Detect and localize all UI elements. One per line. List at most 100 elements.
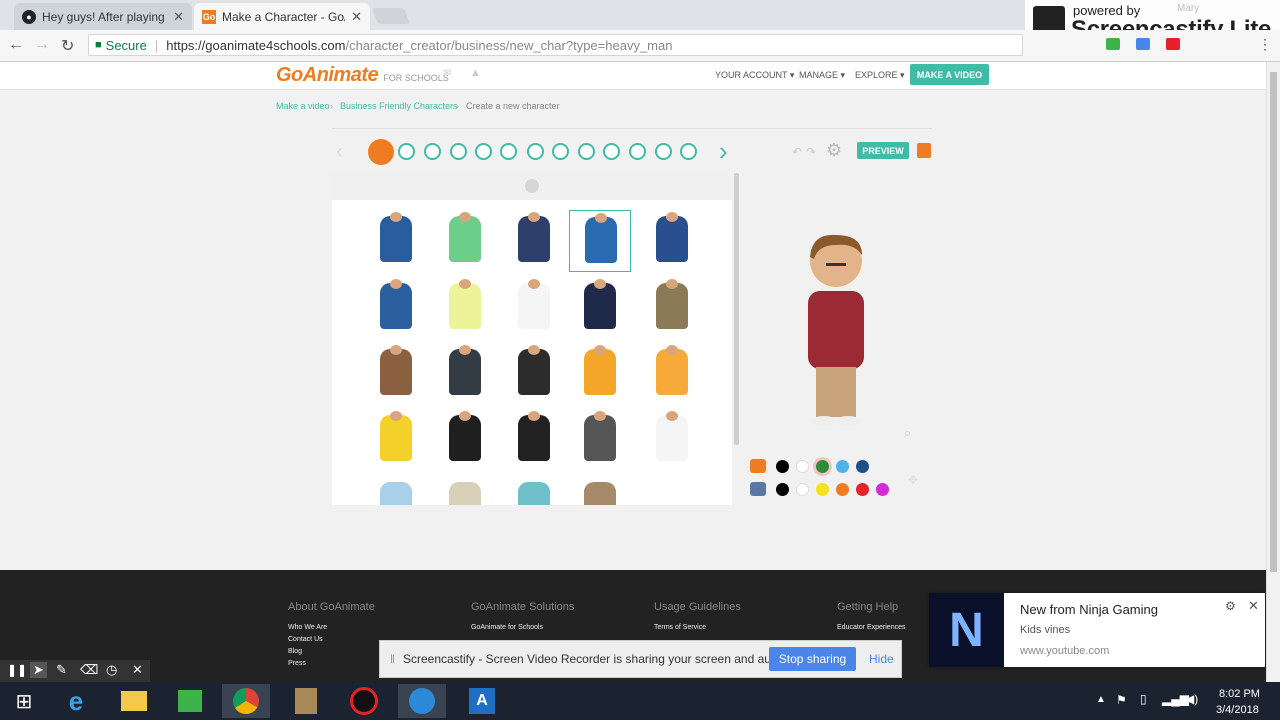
- pause-icon[interactable]: ❚❚: [7, 663, 27, 677]
- taskbar-app-globe[interactable]: [398, 684, 446, 718]
- color-swatch[interactable]: [836, 483, 849, 496]
- new-tab-button[interactable]: [372, 8, 410, 24]
- nav-explore[interactable]: EXPLORE ▾: [855, 70, 905, 81]
- menu-icon[interactable]: ⋮: [1258, 36, 1272, 53]
- taskbar-recorder[interactable]: [340, 684, 388, 718]
- make-a-video-button[interactable]: MAKE A VIDEO: [910, 64, 989, 85]
- flag-icon[interactable]: ⚑: [1116, 693, 1127, 707]
- eraser-icon[interactable]: ⌫: [80, 662, 98, 678]
- footer-link[interactable]: Blog: [288, 648, 302, 655]
- shirt-item[interactable]: [365, 210, 427, 272]
- ear-category-icon[interactable]: [527, 143, 544, 160]
- preview-button[interactable]: PREVIEW: [857, 142, 909, 159]
- hide-button[interactable]: Hide: [869, 652, 894, 666]
- close-tab-icon[interactable]: ✕: [351, 9, 362, 25]
- shirt-item[interactable]: [365, 277, 427, 339]
- close-icon[interactable]: ✕: [132, 662, 143, 678]
- footer-link[interactable]: Contact Us: [288, 636, 323, 643]
- page-scrollbar[interactable]: [1266, 62, 1280, 682]
- footer-link[interactable]: Educator Experiences: [837, 624, 905, 631]
- battery-icon[interactable]: ▯: [1140, 692, 1147, 706]
- taskbar-explorer[interactable]: [110, 684, 158, 718]
- taskbar-app[interactable]: [282, 684, 330, 718]
- browser-tab-goanimate[interactable]: Go Make a Character - GoAr ✕: [194, 3, 370, 30]
- color-swatch[interactable]: [776, 483, 789, 496]
- undo-icon[interactable]: ↶: [792, 145, 802, 159]
- shirt-item[interactable]: [365, 409, 427, 471]
- drag-handle-icon[interactable]: ‖: [390, 652, 395, 666]
- color-swatch[interactable]: [856, 483, 869, 496]
- face-category-icon[interactable]: [424, 143, 441, 160]
- scrollbar-thumb[interactable]: [1270, 72, 1277, 572]
- clock-date[interactable]: 3/4/2018: [1216, 704, 1259, 716]
- breadcrumb-make-video[interactable]: Make a video: [276, 101, 330, 111]
- nose-category-icon[interactable]: [629, 143, 646, 160]
- eyes-category-icon[interactable]: [578, 143, 595, 160]
- eyebrows-category-icon[interactable]: [552, 143, 569, 160]
- mouth-category-icon[interactable]: [500, 143, 517, 160]
- shirt-item[interactable]: [503, 277, 565, 339]
- close-icon[interactable]: ✕: [1248, 598, 1259, 614]
- clock-time[interactable]: 8:02 PM: [1219, 688, 1260, 700]
- prev-category-icon[interactable]: ‹: [336, 138, 343, 164]
- grid-scroll-up[interactable]: [332, 173, 732, 200]
- shirt-item[interactable]: [569, 210, 631, 272]
- head-category-icon[interactable]: [475, 143, 492, 160]
- extension-icon[interactable]: [1106, 38, 1120, 50]
- taskbar-chrome[interactable]: [222, 684, 270, 718]
- footer-link[interactable]: Press: [288, 660, 306, 667]
- shirt-item[interactable]: [380, 482, 412, 505]
- extension-icon[interactable]: [1136, 38, 1150, 50]
- shirt-item[interactable]: [503, 343, 565, 405]
- notification-popup[interactable]: N New from Ninja Gaming Kids vines www.y…: [929, 593, 1265, 667]
- back-icon[interactable]: ←: [8, 36, 24, 54]
- browser-tab-github[interactable]: ● Hey guys! After playing a ✕: [14, 3, 192, 30]
- color-swatch[interactable]: [876, 483, 889, 496]
- taskbar-app-a[interactable]: A: [458, 684, 506, 718]
- volume-icon[interactable]: ◀): [1185, 692, 1198, 706]
- shirt-item[interactable]: [569, 277, 631, 339]
- zoom-icon[interactable]: ⌕: [904, 425, 911, 441]
- bell-icon[interactable]: ▲: [470, 67, 481, 79]
- shirt-item[interactable]: [641, 409, 703, 471]
- forward-icon[interactable]: →: [34, 36, 50, 54]
- breadcrumb-business-characters[interactable]: Business Friendly Characters: [340, 101, 458, 111]
- shirt-item[interactable]: [503, 409, 565, 471]
- color-swatch[interactable]: [796, 483, 809, 496]
- save-icon[interactable]: [917, 143, 931, 158]
- shirt-item[interactable]: [518, 482, 550, 505]
- goanimate-logo[interactable]: GoAnimate FOR SCHOOLS: [276, 64, 449, 87]
- grid-scrollbar[interactable]: [734, 173, 739, 445]
- cursor-icon[interactable]: ➤: [30, 662, 47, 678]
- footer-link[interactable]: Terms of Service: [654, 624, 706, 631]
- extension-icon[interactable]: [1166, 38, 1180, 50]
- scroll-up-icon[interactable]: [525, 179, 539, 193]
- color-swatch[interactable]: [796, 460, 809, 473]
- start-button[interactable]: ⊞: [0, 684, 48, 718]
- shirt-category-icon[interactable]: [368, 139, 394, 165]
- nav-manage[interactable]: MANAGE ▾: [799, 70, 845, 81]
- shirt-item[interactable]: [434, 409, 496, 471]
- gear-icon[interactable]: ⚙: [826, 140, 842, 161]
- stop-sharing-button[interactable]: Stop sharing: [769, 647, 856, 671]
- color-swatch[interactable]: [816, 483, 829, 496]
- hair-category-icon[interactable]: [450, 143, 467, 160]
- url-field[interactable]: ■ Secure | https://goanimate4schools.com…: [88, 34, 1023, 56]
- nav-your-account[interactable]: YOUR ACCOUNT ▾: [715, 70, 794, 81]
- shirt-item[interactable]: [449, 482, 481, 505]
- glasses-category-icon[interactable]: [655, 143, 672, 160]
- color-swatch[interactable]: [836, 460, 849, 473]
- timer-icon[interactable]: ◷: [106, 662, 117, 678]
- shirt-item[interactable]: [584, 482, 616, 505]
- shirt-item[interactable]: [434, 343, 496, 405]
- next-category-icon[interactable]: ›: [719, 136, 728, 167]
- shirt-item[interactable]: [365, 343, 427, 405]
- shirt-item[interactable]: [434, 277, 496, 339]
- taskbar-ie[interactable]: e: [52, 684, 100, 718]
- color-swatch[interactable]: [776, 460, 789, 473]
- shirt-item[interactable]: [569, 343, 631, 405]
- reload-icon[interactable]: ↻: [61, 36, 74, 56]
- chevron-up-icon[interactable]: ▲: [1096, 694, 1106, 705]
- taskbar-store[interactable]: [166, 684, 214, 718]
- accessory-category-icon[interactable]: [680, 143, 697, 160]
